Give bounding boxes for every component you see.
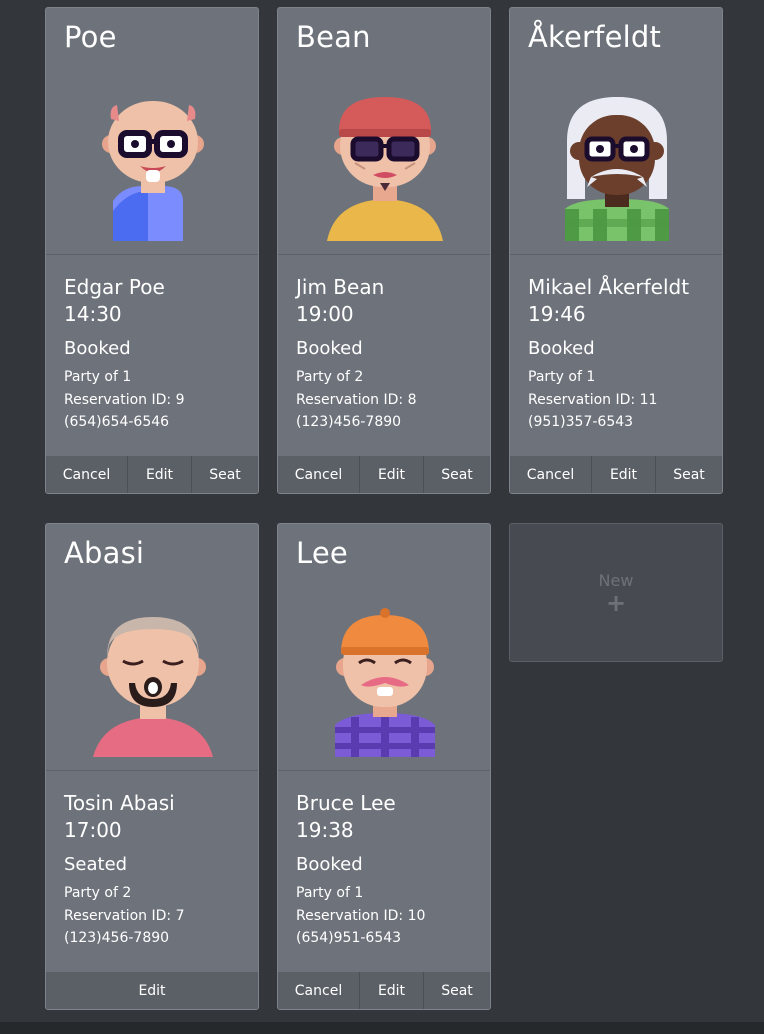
card-surname: Bean — [296, 20, 371, 54]
reservation-status: Booked — [528, 338, 595, 359]
phone-number: (951)357-6543 — [528, 414, 634, 430]
guest-full-name: Jim Bean — [296, 275, 385, 299]
card-details: Mikael Åkerfeldt 19:46 Booked Party of 1… — [510, 255, 722, 434]
card-header: Poe — [46, 8, 258, 255]
cancel-button[interactable]: Cancel — [278, 456, 360, 493]
reservation-time: 19:38 — [296, 818, 354, 842]
phone-number: (654)654-6546 — [64, 414, 170, 430]
reservation-card-poe: Poe Edgar Poe 14:30 Booked Party of 1 Re… — [45, 7, 259, 494]
reservation-id: Reservation ID: 8 — [296, 391, 417, 408]
reservation-card-lee: Lee Bruce Lee 19:38 Booked Party of 1 Re… — [277, 523, 491, 1010]
card-header: Åkerfeldt — [510, 8, 722, 255]
party-size: Party of 1 — [64, 369, 132, 385]
reservation-id: Reservation ID: 11 — [528, 391, 658, 408]
card-surname: Åkerfeldt — [528, 20, 662, 54]
reservation-card-akerfeldt: Åkerfeldt Mikael Åkerfeldt 19:46 Booked … — [509, 7, 723, 494]
card-details: Jim Bean 19:00 Booked Party of 2 Reserva… — [278, 255, 490, 434]
card-details: Tosin Abasi 17:00 Seated Party of 2 Rese… — [46, 771, 258, 950]
edit-button[interactable]: Edit — [360, 456, 424, 493]
reservation-time: 17:00 — [64, 818, 122, 842]
seat-button[interactable]: Seat — [424, 456, 490, 493]
guest-full-name: Tosin Abasi — [64, 791, 175, 815]
guest-full-name: Edgar Poe — [64, 275, 165, 299]
phone-number: (123)456-7890 — [64, 930, 170, 946]
reservation-status: Booked — [64, 338, 131, 359]
party-size: Party of 1 — [296, 885, 364, 901]
card-surname: Poe — [64, 20, 117, 54]
reservation-status: Seated — [64, 854, 128, 875]
card-actions: Cancel Edit Seat — [510, 456, 722, 493]
guest-full-name: Mikael Åkerfeldt — [528, 275, 690, 299]
edit-button[interactable]: Edit — [128, 456, 192, 493]
card-details: Edgar Poe 14:30 Booked Party of 1 Reserv… — [46, 255, 258, 434]
red-cap-man-glasses-avatar — [327, 97, 443, 241]
cancel-button[interactable]: Cancel — [46, 456, 128, 493]
card-actions: Cancel Edit Seat — [46, 456, 258, 493]
reservation-status: Booked — [296, 854, 363, 875]
party-size: Party of 2 — [296, 369, 364, 385]
reservation-id: Reservation ID: 10 — [296, 907, 426, 924]
edit-button[interactable]: Edit — [360, 972, 424, 1009]
seat-button[interactable]: Seat — [192, 456, 258, 493]
reservation-id: Reservation ID: 7 — [64, 907, 185, 924]
plus-icon: + — [605, 589, 627, 617]
phone-number: (123)456-7890 — [296, 414, 402, 430]
new-label: New — [598, 571, 634, 590]
bearded-man-eyes-closed-avatar — [93, 617, 213, 757]
cancel-button[interactable]: Cancel — [510, 456, 592, 493]
card-header: Bean — [278, 8, 490, 255]
guest-full-name: Bruce Lee — [296, 791, 396, 815]
card-header: Abasi — [46, 524, 258, 771]
new-reservation-button[interactable]: New + — [509, 523, 723, 662]
card-actions: Cancel Edit Seat — [278, 456, 490, 493]
cancel-button[interactable]: Cancel — [278, 972, 360, 1009]
seat-button[interactable]: Seat — [424, 972, 490, 1009]
reservation-time: 14:30 — [64, 302, 122, 326]
party-size: Party of 2 — [64, 885, 132, 901]
card-surname: Abasi — [64, 536, 145, 570]
bottom-edge — [0, 1022, 764, 1034]
reservation-card-bean: Bean Jim Bean 19:00 Booked Party of 2 Re… — [277, 7, 491, 494]
seat-button[interactable]: Seat — [656, 456, 722, 493]
reservation-status: Booked — [296, 338, 363, 359]
party-size: Party of 1 — [528, 369, 596, 385]
reservation-card-abasi: Abasi Tosin Abasi 17:00 Seated Party of … — [45, 523, 259, 1010]
reservation-time: 19:00 — [296, 302, 354, 326]
edit-button[interactable]: Edit — [46, 972, 258, 1009]
card-header: Lee — [278, 524, 490, 771]
reservation-time: 19:46 — [528, 302, 586, 326]
phone-number: (654)951-6543 — [296, 930, 402, 946]
orange-cap-man-mustache-avatar — [335, 608, 435, 757]
card-details: Bruce Lee 19:38 Booked Party of 1 Reserv… — [278, 771, 490, 950]
card-actions: Edit — [46, 972, 258, 1009]
edit-button[interactable]: Edit — [592, 456, 656, 493]
white-hair-man-glasses-avatar — [565, 97, 669, 241]
bald-man-glasses-avatar — [102, 101, 204, 241]
card-actions: Cancel Edit Seat — [278, 972, 490, 1009]
reservation-id: Reservation ID: 9 — [64, 391, 185, 408]
card-surname: Lee — [296, 536, 348, 570]
